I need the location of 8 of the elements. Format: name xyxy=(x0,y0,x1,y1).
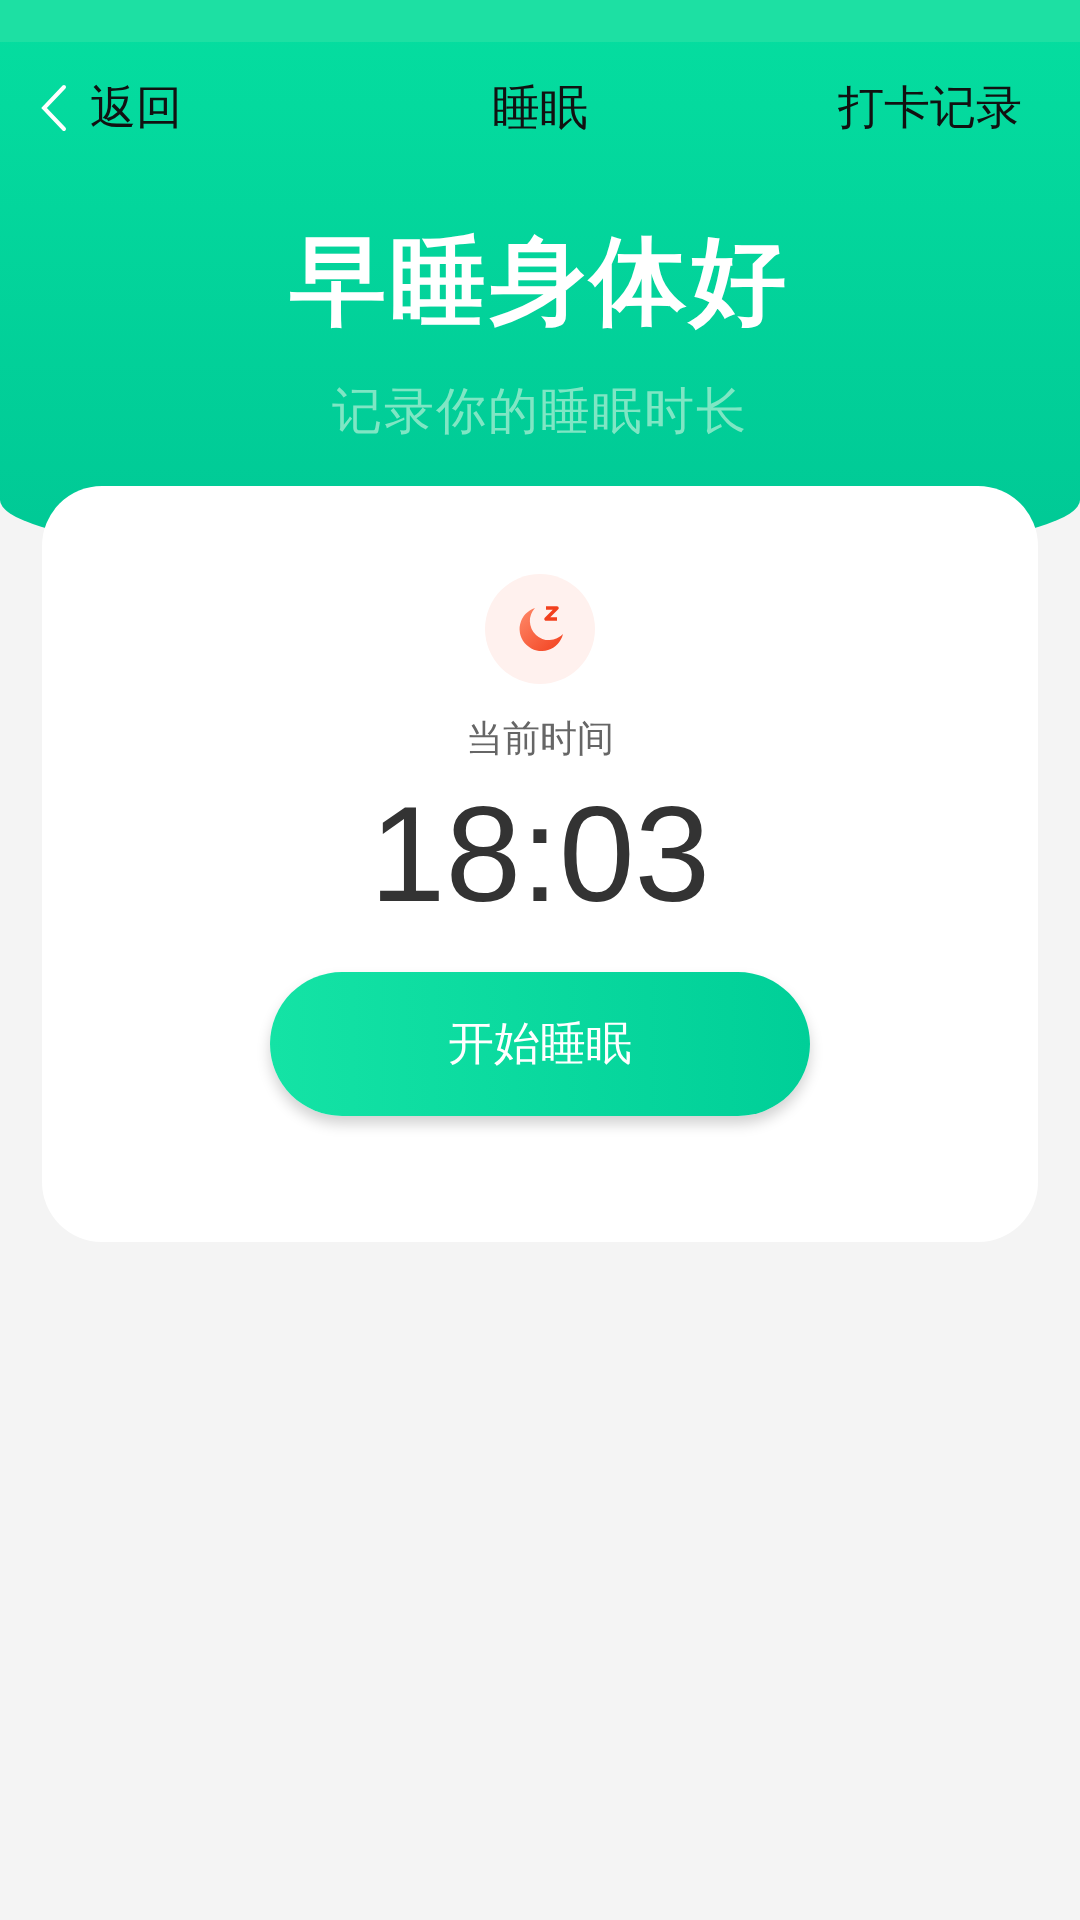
current-time-label: 当前时间 xyxy=(466,716,614,762)
current-time: 18:03 xyxy=(369,777,711,932)
checkin-record-link[interactable]: 打卡记录 xyxy=(838,77,1022,139)
subtitle: 记录你的睡眠时长 xyxy=(332,381,748,442)
headline: 早睡身体好 xyxy=(290,224,790,339)
back-button[interactable]: 返回 xyxy=(40,77,182,139)
page-title: 睡眠 xyxy=(492,78,588,137)
back-icon xyxy=(40,84,68,132)
